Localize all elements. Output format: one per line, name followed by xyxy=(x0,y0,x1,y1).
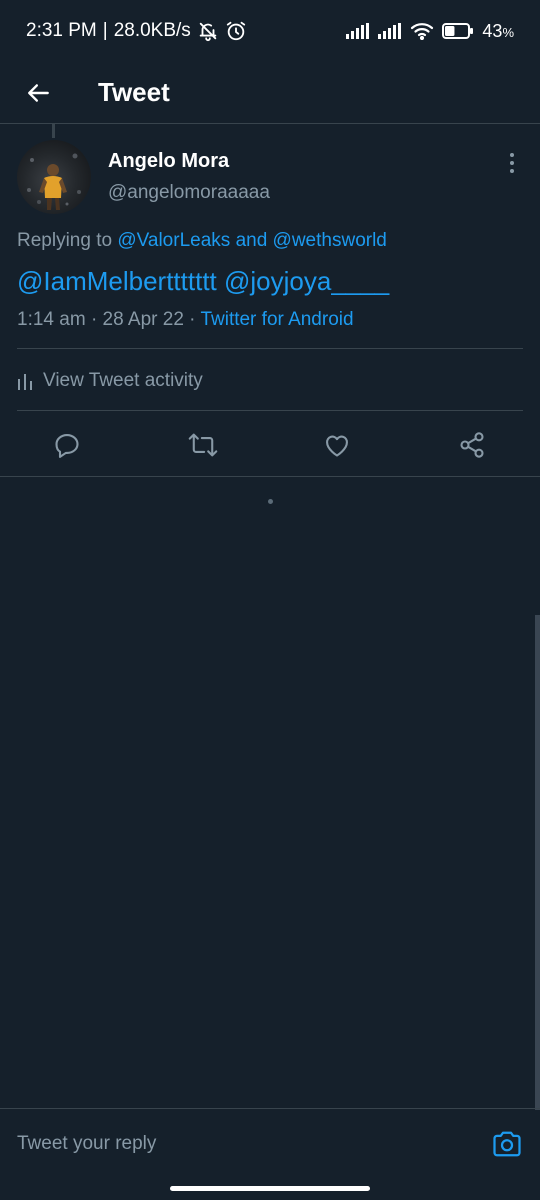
battery-level: 43% xyxy=(482,21,514,42)
tweet-detail-screen: 2:31 PM | 28.0KB/s 43% Tweet Angelo Mora… xyxy=(0,0,540,1200)
camera-icon xyxy=(492,1130,522,1158)
app-header: Tweet xyxy=(0,62,540,124)
status-time: 2:31 PM xyxy=(26,20,97,41)
more-dot xyxy=(510,153,514,157)
battery-unit: % xyxy=(502,24,514,40)
divider xyxy=(17,410,523,411)
battery-icon xyxy=(442,22,474,40)
divider xyxy=(0,476,540,477)
signal-icon xyxy=(346,23,370,39)
home-indicator[interactable] xyxy=(170,1186,370,1191)
share-button[interactable] xyxy=(457,430,487,460)
retweet-button[interactable] xyxy=(188,430,218,460)
tweet-time: 1:14 am xyxy=(17,309,86,330)
silent-icon xyxy=(197,20,219,42)
back-button[interactable] xyxy=(0,62,78,124)
status-separator: | xyxy=(102,20,108,41)
tweet-text: @IamMelberttttttt @joyjoya____ xyxy=(17,266,389,297)
like-button[interactable] xyxy=(322,430,352,460)
signal-icon xyxy=(378,23,402,39)
tweet-date: 28 Apr 22 xyxy=(102,309,184,330)
like-icon xyxy=(323,431,351,459)
scrollbar[interactable] xyxy=(535,615,540,1110)
replying-to: Replying to @ValorLeaks and @wethsworld xyxy=(17,230,387,252)
divider xyxy=(17,348,523,349)
battery-value: 43 xyxy=(482,20,503,41)
meta-dot: · xyxy=(189,309,196,330)
camera-button[interactable] xyxy=(492,1129,522,1159)
tweet-source-link[interactable]: Twitter for Android xyxy=(200,309,353,330)
analytics-icon xyxy=(17,372,33,390)
replying-and[interactable]: and xyxy=(236,230,268,251)
network-speed: 28.0KB/s xyxy=(113,20,191,41)
reply-icon xyxy=(53,431,81,459)
retweet-icon xyxy=(188,431,218,459)
loading-indicator xyxy=(268,499,273,504)
avatar[interactable] xyxy=(17,140,91,214)
activity-label: View Tweet activity xyxy=(43,370,203,391)
arrow-left-icon xyxy=(26,80,52,106)
page-title: Tweet xyxy=(98,77,170,107)
status-bar: 2:31 PM | 28.0KB/s 43% xyxy=(0,0,540,62)
mention-link[interactable]: @joyjoya____ xyxy=(224,266,389,296)
meta-dot: · xyxy=(90,309,98,330)
author-handle[interactable]: @angelomoraaaaa xyxy=(108,182,270,204)
share-icon xyxy=(458,431,486,459)
tweet-meta: 1:14 am · 28 Apr 22 · Twitter for Androi… xyxy=(17,309,354,331)
more-dot xyxy=(510,161,514,165)
view-tweet-activity[interactable]: View Tweet activity xyxy=(17,366,203,396)
status-right: 43% xyxy=(346,21,514,42)
wifi-icon xyxy=(410,22,434,40)
status-left: 2:31 PM | 28.0KB/s xyxy=(26,20,247,42)
reply-button[interactable] xyxy=(52,430,82,460)
replying-user-link[interactable]: @ValorLeaks xyxy=(117,230,230,251)
more-dot xyxy=(510,169,514,173)
mention-link[interactable]: @IamMelberttttttt xyxy=(17,266,217,296)
thread-line xyxy=(52,124,55,138)
more-options-button[interactable] xyxy=(500,150,524,176)
alarm-icon xyxy=(225,20,247,42)
reply-input[interactable] xyxy=(17,1129,477,1159)
author-name[interactable]: Angelo Mora xyxy=(108,150,229,173)
tweet-actions xyxy=(0,414,540,476)
reply-bar xyxy=(0,1108,540,1178)
replying-user-link[interactable]: @wethsworld xyxy=(273,230,387,251)
replying-prefix: Replying to xyxy=(17,230,113,251)
